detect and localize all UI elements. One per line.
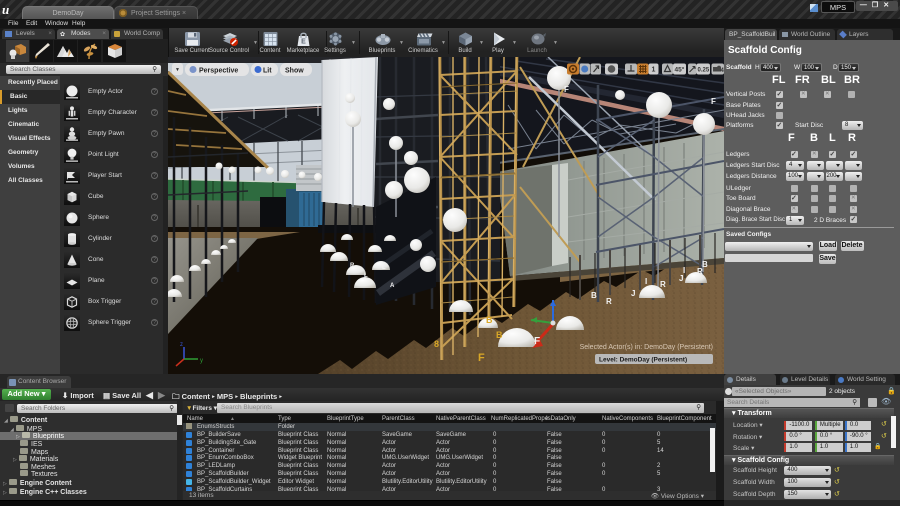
svg-text:F: F xyxy=(478,352,485,364)
svg-text:Lit: Lit xyxy=(263,68,272,75)
svg-text:z: z xyxy=(180,342,183,348)
svg-text:y: y xyxy=(200,358,203,364)
svg-text:F: F xyxy=(711,97,716,106)
svg-text:J: J xyxy=(679,274,683,283)
svg-text:L: L xyxy=(364,273,368,279)
svg-text:0.25: 0.25 xyxy=(698,68,710,74)
svg-text:Selected Actor(s) in: DemoDay: Selected Actor(s) in: DemoDay (Persisten… xyxy=(580,344,713,351)
svg-text:45°: 45° xyxy=(675,66,685,74)
svg-text:J: J xyxy=(631,289,635,298)
svg-text:R: R xyxy=(350,263,355,269)
svg-text:8: 8 xyxy=(434,339,439,349)
svg-text:Level: DemoDay (Persistent): Level: DemoDay (Persistent) xyxy=(599,357,687,364)
svg-text:R: R xyxy=(660,280,666,289)
svg-text:E: E xyxy=(301,39,306,46)
svg-text:1: 1 xyxy=(652,67,656,74)
svg-text:F: F xyxy=(564,85,569,94)
svg-text:Show: Show xyxy=(285,68,304,75)
svg-text:L: L xyxy=(382,265,386,271)
svg-text:A: A xyxy=(390,283,395,289)
svg-text:B: B xyxy=(486,315,493,325)
svg-text:F: F xyxy=(534,336,540,347)
svg-text:B: B xyxy=(702,260,708,269)
svg-text:I: I xyxy=(645,277,647,286)
svg-text:B: B xyxy=(496,330,503,340)
svg-text:I: I xyxy=(683,266,685,275)
svg-text:R: R xyxy=(606,297,612,306)
svg-text:Perspective: Perspective xyxy=(199,68,238,75)
svg-text:B: B xyxy=(591,291,597,300)
svg-text:▼: ▼ xyxy=(175,67,180,73)
